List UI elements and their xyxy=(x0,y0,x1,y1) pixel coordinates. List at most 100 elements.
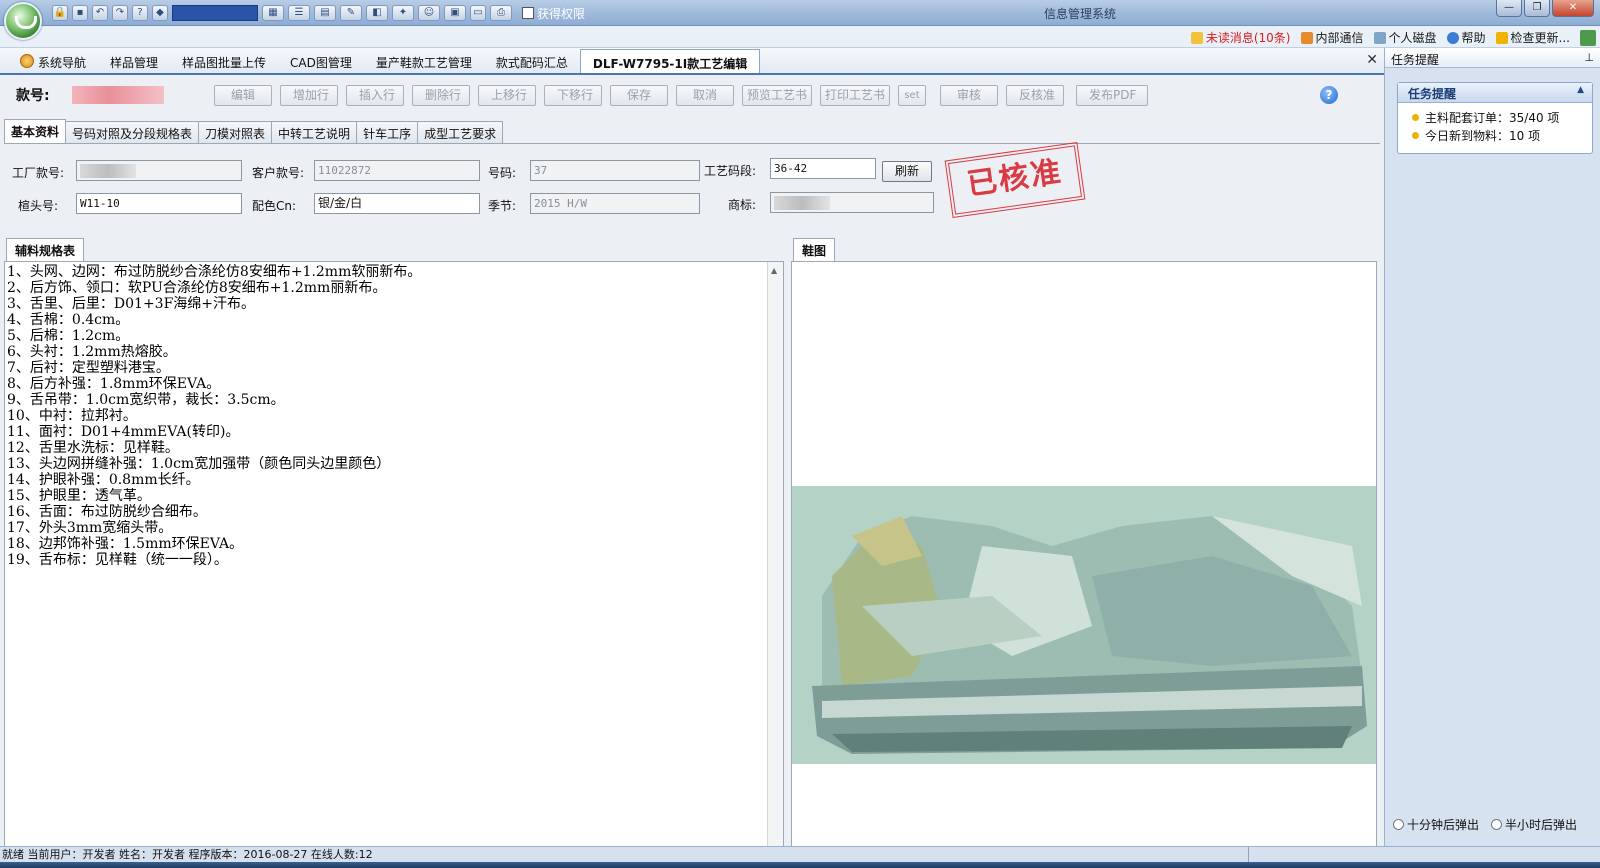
personal-disk-link[interactable]: 个人磁盘 xyxy=(1373,29,1437,46)
insert-row-button[interactable]: 插入行 xyxy=(346,85,404,106)
undo-icon[interactable]: ↶ xyxy=(92,5,108,21)
highlight-icon[interactable]: ◧ xyxy=(366,5,388,21)
scroll-up-icon[interactable]: ▲ xyxy=(771,266,777,275)
collapse-icon[interactable]: ▲ xyxy=(1577,85,1584,95)
tab-forming[interactable]: 成型工艺要求 xyxy=(417,121,504,143)
print-button[interactable]: 打印工艺书 xyxy=(820,85,890,106)
reminder-title[interactable]: 任务提醒 ▲ xyxy=(1398,83,1592,103)
mail-icon xyxy=(1190,31,1203,44)
publish-pdf-button[interactable]: 发布PDF xyxy=(1076,85,1148,106)
tab-shoe-image[interactable]: 鞋图 xyxy=(793,238,836,261)
indent-icon[interactable]: ☰ xyxy=(288,5,310,21)
print-icon[interactable]: ⎙ xyxy=(490,5,512,21)
brand-field[interactable] xyxy=(770,192,934,213)
restore-button[interactable]: ❐ xyxy=(1524,0,1550,17)
basic-info-form: 工厂款号: 客户款号: 11022872 号码: 37 工艺码段: 36-42 … xyxy=(4,141,1380,237)
layout-icon[interactable]: ▤ xyxy=(314,5,336,21)
popup-30min-radio[interactable]: 半小时后弹出 xyxy=(1491,816,1577,833)
tools-icon[interactable]: ✎ xyxy=(340,5,362,21)
refresh-button[interactable]: 刷新 xyxy=(882,161,932,182)
tab-basic-info[interactable]: 基本资料 xyxy=(4,119,67,143)
cancel-button[interactable]: 取消 xyxy=(676,85,734,106)
size-range-field[interactable]: 36-42 xyxy=(770,158,876,179)
tab-style-edit[interactable]: DLF-W7795-1I款工艺编辑 xyxy=(579,49,761,73)
edit-button[interactable]: 编辑 xyxy=(214,85,272,106)
spec-line: 5、后棉：1.2cm。 xyxy=(7,328,130,344)
check-update-link[interactable]: 检查更新... xyxy=(1495,29,1570,46)
quick-access-toolbar: 🔒 ▪ ↶ ↷ ? ◆ ▦ ☰ ▤ ✎ ◧ ✦ ☺ ▣ ▭ ⎙ 获得权限 xyxy=(52,4,585,22)
review-button[interactable]: 审核 xyxy=(940,85,998,106)
spec-list[interactable]: 1、头网、边网：布过防脱纱合涤纶仿8安细布+1.2mm软丽新布。 2、后方饰、领… xyxy=(7,264,765,568)
tab-material-spec[interactable]: 辅料规格表 xyxy=(6,238,85,261)
delete-row-button[interactable]: 删除行 xyxy=(412,85,470,106)
font-combo[interactable] xyxy=(172,5,258,21)
spec-line: 18、边邦饰补强：1.5mm环保EVA。 xyxy=(7,536,244,552)
save-icon[interactable]: ▪ xyxy=(72,5,88,21)
radio-icon xyxy=(1491,819,1503,830)
save-button[interactable]: 保存 xyxy=(610,85,668,106)
checkbox-box[interactable] xyxy=(522,7,534,19)
size-field[interactable]: 37 xyxy=(530,160,700,181)
app-menu-orb-icon[interactable] xyxy=(4,2,42,40)
spec-line: 9、舌吊带：1.0cm宽织带，裁长：3.5cm。 xyxy=(7,392,285,408)
permission-label: 获得权限 xyxy=(537,6,586,21)
internal-comm-link[interactable]: 内部通信 xyxy=(1300,29,1364,46)
pin-icon[interactable]: ⊥ xyxy=(1584,51,1594,64)
tab-system-nav[interactable]: 系统导航 xyxy=(8,49,98,73)
spec-line: 2、后方饰、领口：软PU合涤纶仿8安细布+1.2mm丽新布。 xyxy=(7,280,387,296)
customer-no-field[interactable]: 11022872 xyxy=(314,160,480,181)
spec-line: 11、面衬：D01+4mmEVA(转印)。 xyxy=(7,424,240,440)
move-up-button[interactable]: 上移行 xyxy=(478,85,536,106)
process-editor: 款号: 编辑 增加行 插入行 删除行 上移行 下移行 保存 取消 预览工艺书 打… xyxy=(0,75,1384,868)
reminder-item[interactable]: 今日新到物料：10 项 xyxy=(1398,126,1592,144)
user-icon[interactable]: ☺ xyxy=(418,5,440,21)
table-icon[interactable]: ▦ xyxy=(262,5,284,21)
close-button[interactable]: ✕ xyxy=(1552,0,1594,17)
calc-icon[interactable]: ▣ xyxy=(444,5,466,21)
tab-process-manage[interactable]: 量产鞋款工艺管理 xyxy=(364,49,484,73)
users-icon[interactable] xyxy=(1580,29,1596,46)
reminder-box: 任务提醒 ▲ 主料配套订单：35/40 项 今日新到物料：10 项 xyxy=(1397,82,1593,154)
reminder-item[interactable]: 主料配套订单：35/40 项 xyxy=(1398,108,1592,126)
spec-line: 14、护眼补强：0.8mm长纤。 xyxy=(7,472,200,488)
tab-sample-manage[interactable]: 样品管理 xyxy=(98,49,170,73)
tab-sample-upload[interactable]: 样品图批量上传 xyxy=(170,49,278,73)
tab-transfer-notes[interactable]: 中转工艺说明 xyxy=(271,121,358,143)
close-tab-icon[interactable]: ✕ xyxy=(1366,52,1378,68)
approved-stamp: 已核准 xyxy=(944,141,1086,219)
unread-messages-link[interactable]: 未读消息(10条) xyxy=(1190,29,1291,46)
style-number-label: 款号: xyxy=(16,88,50,104)
tab-cad-manage[interactable]: CAD图管理 xyxy=(278,49,364,73)
factory-no-field[interactable] xyxy=(76,160,242,181)
help-icon[interactable]: ? xyxy=(132,5,148,21)
move-down-button[interactable]: 下移行 xyxy=(544,85,602,106)
window-icon[interactable]: ▭ xyxy=(470,5,486,21)
sidebar-header: 任务提醒 ⊥ xyxy=(1385,48,1600,68)
factory-no-label: 工厂款号: xyxy=(12,166,65,180)
permission-checkbox[interactable]: 获得权限 xyxy=(522,5,585,22)
chat-icon xyxy=(1300,31,1313,44)
preview-button[interactable]: 预览工艺书 xyxy=(742,85,812,106)
radio-label: 半小时后弹出 xyxy=(1505,818,1578,832)
spec-line: 16、舌面：布过防脱纱合细布。 xyxy=(7,504,207,520)
spec-line: 4、舌棉：0.4cm。 xyxy=(7,312,130,328)
wand-icon[interactable]: ✦ xyxy=(392,5,414,21)
last-no-field[interactable]: W11-10 xyxy=(76,193,242,214)
tab-size-summary[interactable]: 款式配码汇总 xyxy=(484,49,580,73)
tab-die-table[interactable]: 刀模对照表 xyxy=(198,121,273,143)
set-button[interactable]: set xyxy=(898,85,926,106)
vertical-scrollbar[interactable]: ▲ ▼ xyxy=(767,262,783,868)
color-field[interactable]: 银/金/白 xyxy=(314,193,480,214)
add-row-button[interactable]: 增加行 xyxy=(280,85,338,106)
minimize-button[interactable]: — xyxy=(1496,0,1522,17)
lock-icon[interactable]: 🔒 xyxy=(52,5,68,21)
help-link[interactable]: 帮助 xyxy=(1446,29,1486,46)
season-field[interactable]: 2015 H/W xyxy=(530,193,700,214)
unapprove-button[interactable]: 反核准 xyxy=(1006,85,1064,106)
help-icon[interactable]: ? xyxy=(1320,86,1338,104)
tab-size-spec[interactable]: 号码对照及分段规格表 xyxy=(65,121,200,143)
popup-10min-radio[interactable]: 十分钟后弹出 xyxy=(1393,816,1479,833)
tab-stitching[interactable]: 针车工序 xyxy=(356,121,419,143)
redo-icon[interactable]: ↷ xyxy=(112,5,128,21)
palette-icon[interactable]: ◆ xyxy=(152,5,168,21)
